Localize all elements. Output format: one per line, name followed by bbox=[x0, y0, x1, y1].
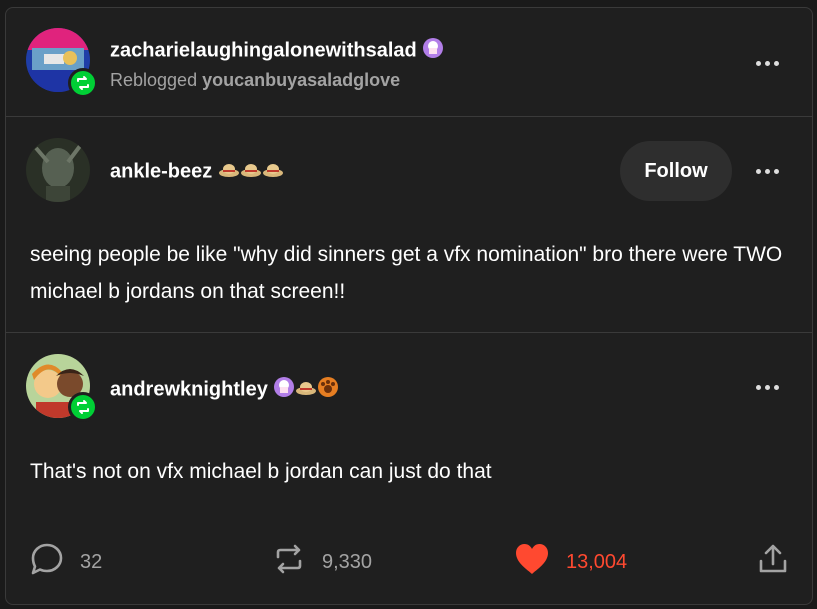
commenter-username[interactable]: andrewknightley bbox=[110, 376, 339, 404]
more-icon[interactable] bbox=[747, 372, 787, 402]
share-button[interactable] bbox=[756, 542, 790, 582]
divider bbox=[6, 116, 812, 117]
comments-button[interactable]: 32 bbox=[30, 542, 102, 582]
post-card: zacharielaughingalonewithsalad Reblogged… bbox=[5, 7, 813, 605]
original-poster-username[interactable]: ankle-beez bbox=[110, 160, 284, 184]
hat-badge-icon bbox=[262, 160, 284, 184]
reblogged-prefix: Reblogged bbox=[110, 70, 198, 90]
comments-count: 32 bbox=[80, 550, 103, 573]
follow-button[interactable]: Follow bbox=[620, 141, 732, 201]
reblogs-button[interactable]: 9,330 bbox=[272, 542, 372, 582]
heart-icon bbox=[514, 542, 550, 582]
reblog-icon bbox=[272, 542, 306, 582]
hat-badge-icon bbox=[295, 378, 317, 402]
divider bbox=[6, 332, 812, 333]
reblog-badge-icon bbox=[68, 392, 98, 422]
cupcake-badge-icon bbox=[273, 376, 295, 404]
reblogged-from-line: Reblogged youcanbuyasaladglove bbox=[110, 70, 400, 91]
more-icon[interactable] bbox=[747, 156, 787, 186]
share-icon bbox=[756, 542, 790, 582]
hat-badge-icon bbox=[240, 160, 262, 184]
original-poster-avatar[interactable] bbox=[26, 138, 90, 202]
reblogged-from-link[interactable]: youcanbuyasaladglove bbox=[202, 70, 400, 90]
likes-button[interactable]: 13,004 bbox=[514, 542, 627, 582]
reblog-badge-icon bbox=[68, 68, 98, 98]
paw-badge-icon bbox=[317, 376, 339, 404]
comment-icon bbox=[30, 542, 64, 582]
reblogs-count: 9,330 bbox=[322, 550, 373, 573]
hat-badge-icon bbox=[218, 160, 240, 184]
reblog-comment-text: That's not on vfx michael b jordan can j… bbox=[30, 460, 492, 483]
cupcake-badge-icon bbox=[422, 37, 444, 65]
reblogger-username[interactable]: zacharielaughingalonewithsalad bbox=[110, 37, 444, 65]
more-icon[interactable] bbox=[747, 48, 787, 78]
original-post-text: seeing people be like "why did sinners g… bbox=[30, 243, 783, 303]
likes-count: 13,004 bbox=[566, 550, 628, 573]
